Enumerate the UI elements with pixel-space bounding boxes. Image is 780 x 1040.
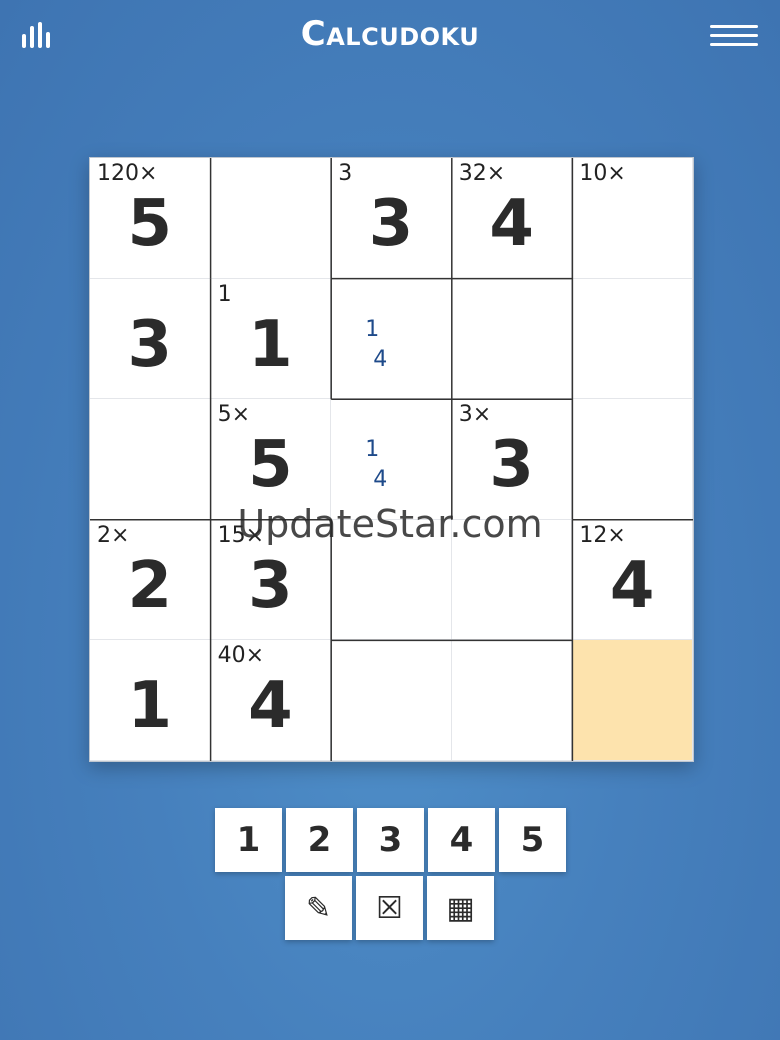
cell-value: 4 (489, 187, 534, 261)
cell-value: 3 (489, 428, 534, 503)
grid-cell[interactable]: 14 (331, 278, 452, 400)
cell-value: 3 (127, 307, 173, 382)
cell-value: 5 (127, 187, 173, 261)
grid-cell[interactable]: 3 (90, 278, 211, 400)
puzzle-grid: 120× 5 3 3 32× 4 10× 3 1 1 1 4 5× 5 1 4 3× 3 2× 2 15× 3 12× 4 1 4… (89, 157, 694, 762)
grid-cell[interactable]: 2× 2 (90, 519, 211, 641)
grid-cell[interactable] (572, 399, 693, 520)
grid-cell[interactable]: 40× 4 (210, 640, 332, 761)
number-key-2[interactable]: 2 (286, 808, 353, 872)
number-key-3[interactable]: 3 (357, 808, 424, 872)
cage-clue: 10× (579, 161, 626, 186)
grid-cell[interactable]: 32× 4 (451, 158, 573, 279)
cage-clue: 12× (579, 522, 626, 548)
grid-cell[interactable]: 1 (90, 640, 211, 761)
grid-cell[interactable] (331, 640, 452, 761)
pencil-note: 1 (365, 316, 380, 342)
grid-cell[interactable] (572, 278, 693, 400)
cage-clue: 2× (97, 522, 130, 548)
calculator-icon: ▦ (446, 890, 475, 926)
grid-cell[interactable]: 10× (572, 158, 693, 279)
grid-cell[interactable] (572, 640, 693, 761)
grid-cell[interactable] (210, 158, 332, 279)
cell-value: 3 (368, 187, 414, 261)
calculator-button[interactable]: ▦ (427, 876, 494, 940)
pencil-note: 1 (365, 437, 380, 463)
grid-cell[interactable]: 11 (210, 278, 332, 400)
cell-value: 4 (248, 669, 293, 744)
number-key-4[interactable]: 4 (428, 808, 495, 872)
grid-cell[interactable] (451, 640, 573, 761)
cage-clue: 15× (217, 522, 265, 548)
cage-clue: 1 (217, 281, 232, 307)
number-key-5[interactable]: 5 (499, 808, 566, 872)
cell-value: 2 (127, 548, 173, 623)
grid-cell[interactable] (331, 519, 452, 641)
pencil-button[interactable]: ✎ (285, 876, 352, 940)
top-bar: Calcudoku (0, 0, 780, 72)
pencil-note: 4 (373, 346, 388, 372)
pencil-note: 4 (373, 467, 388, 493)
cell-value: 4 (609, 548, 655, 623)
cage-clue: 40× (217, 643, 265, 669)
cage-clue: 3× (458, 402, 492, 428)
cell-value: 3 (248, 548, 293, 623)
erase-button[interactable]: ☒ (356, 876, 423, 940)
cell-value: 5 (248, 428, 293, 503)
grid-cell[interactable]: 120× 5 (90, 158, 211, 279)
grid-cell[interactable]: 33 (331, 158, 452, 279)
grid-cell[interactable]: 14 (331, 399, 452, 520)
grid-cell[interactable] (90, 399, 211, 520)
grid-cell[interactable] (451, 519, 573, 641)
cell-value: 1 (248, 307, 293, 382)
grid-cell[interactable]: 3× 3 (451, 399, 573, 520)
cage-clue: 32× (458, 161, 506, 186)
cell-value: 1 (127, 669, 173, 744)
menu-icon[interactable] (710, 25, 758, 47)
number-key-1[interactable]: 1 (215, 808, 282, 872)
grid-cell[interactable]: 12× 4 (572, 519, 693, 641)
pencil-icon: ✎ (305, 890, 332, 926)
grid-cell[interactable]: 5× 5 (210, 399, 332, 520)
cage-clue: 120× (97, 161, 158, 186)
grid-cell[interactable]: 15× 3 (210, 519, 332, 641)
cage-clue: 5× (217, 402, 251, 428)
grid-cell[interactable] (451, 278, 573, 400)
erase-icon: ☒ (376, 890, 403, 926)
app-title: Calcudoku (300, 14, 480, 54)
cage-clue: 3 (338, 161, 353, 186)
